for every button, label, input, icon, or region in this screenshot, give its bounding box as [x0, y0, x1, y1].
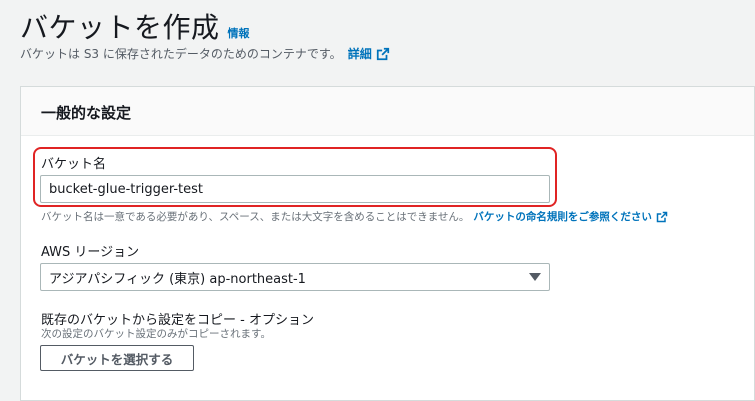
detail-link[interactable]: 詳細	[348, 45, 372, 62]
bucket-name-help: バケット名は一意である必要があり、スペース、または大文字を含めることはできません…	[41, 209, 668, 224]
naming-rules-link[interactable]: バケットの命名規則をご参照ください	[473, 209, 652, 224]
external-link-icon[interactable]	[656, 211, 668, 223]
title-row: バケットを作成 情報	[20, 6, 250, 46]
bucket-name-label: バケット名	[41, 157, 107, 172]
info-link[interactable]: 情報	[228, 25, 250, 41]
general-settings-panel: 一般的な設定 バケット名 bucket-glue-trigger-test バケ…	[20, 86, 755, 401]
copy-settings-description: 次の設定のバケット設定のみがコピーされます。	[41, 328, 271, 340]
caret-down-icon	[529, 273, 541, 281]
panel-title: 一般的な設定	[21, 87, 754, 136]
subtitle-text: バケットは S3 に保存されたデータのためのコンテナです。	[20, 47, 342, 61]
external-link-icon[interactable]	[376, 47, 390, 61]
choose-bucket-button[interactable]: バケットを選択する	[40, 345, 194, 371]
region-selected: アジアパシフィック (東京) ap-northeast-1	[49, 271, 306, 287]
page-header: バケットを作成 情報	[20, 6, 250, 46]
page-title: バケットを作成	[20, 11, 220, 44]
region-label: AWS リージョン	[41, 245, 140, 260]
bucket-name-value: bucket-glue-trigger-test	[49, 181, 204, 197]
bucket-name-input[interactable]: bucket-glue-trigger-test	[40, 175, 550, 203]
bucket-name-help-text: バケット名は一意である必要があり、スペース、または大文字を含めることはできません…	[41, 211, 470, 223]
region-select[interactable]: アジアパシフィック (東京) ap-northeast-1	[40, 263, 550, 291]
page-subtitle: バケットは S3 に保存されたデータのためのコンテナです。 詳細	[20, 45, 390, 62]
